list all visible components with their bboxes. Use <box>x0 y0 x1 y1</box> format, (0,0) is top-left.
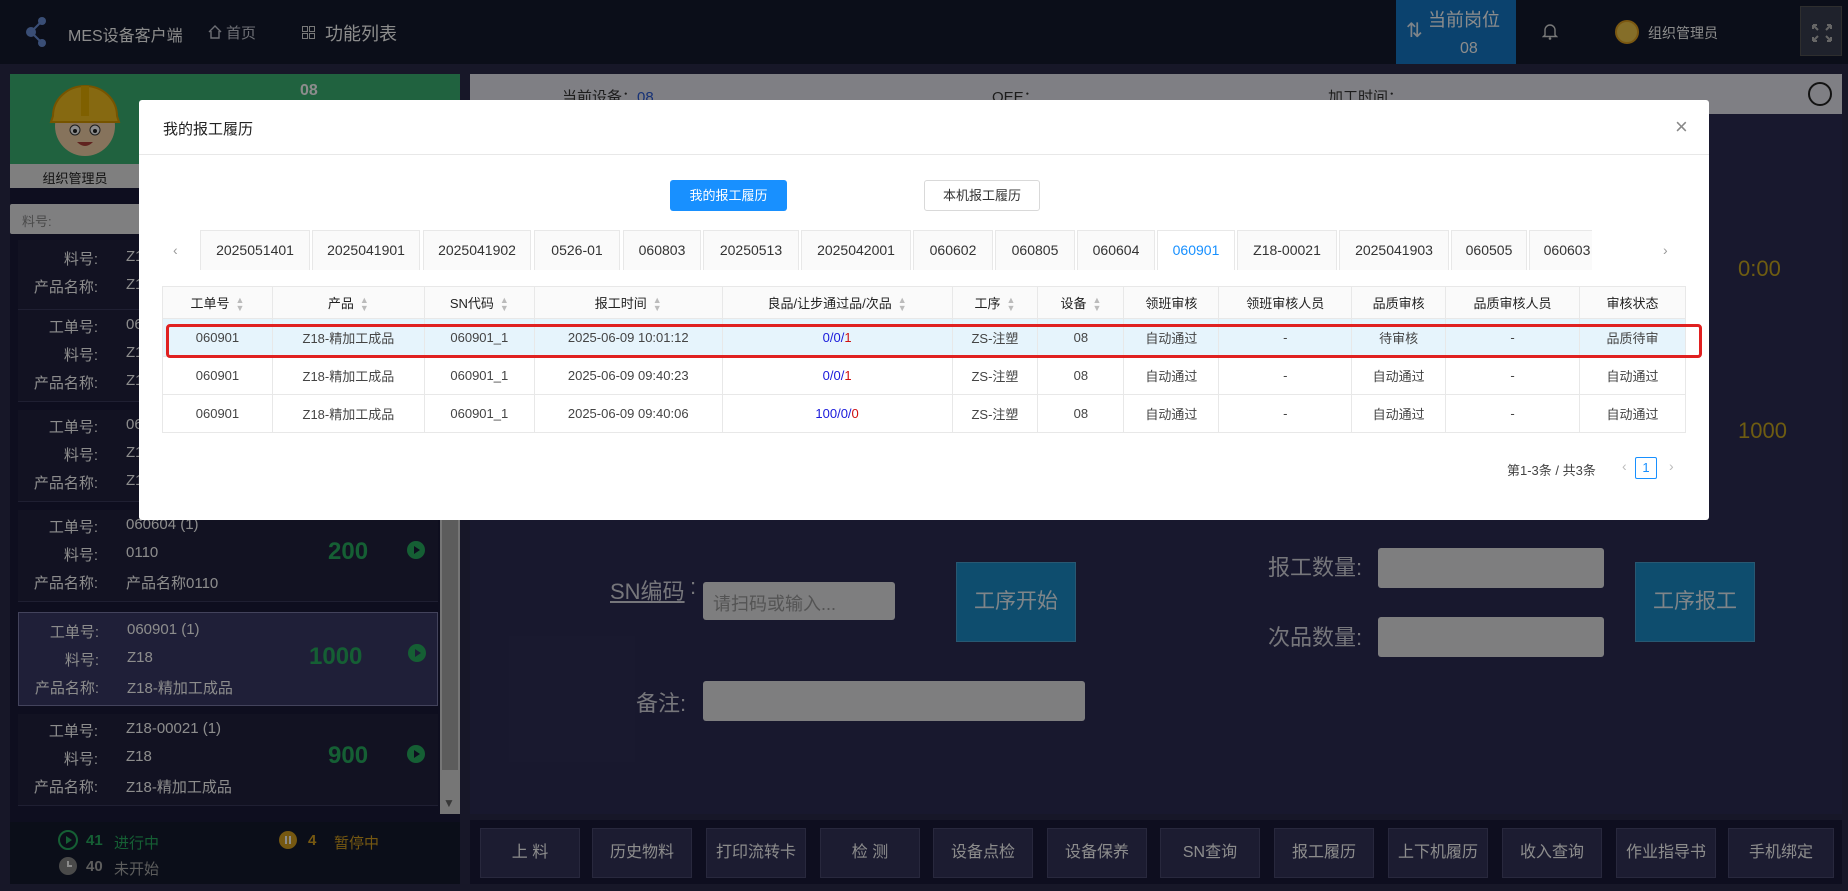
wo-tab[interactable]: 060803 <box>623 230 701 270</box>
table-row[interactable]: 060901 Z18-精加工成品 060901_1 2025-06-09 09:… <box>162 356 1686 395</box>
col-header: 审核状态 <box>1579 286 1686 319</box>
wo-tab[interactable]: 060602 <box>913 230 993 270</box>
wo-tab[interactable]: 0526-01 <box>534 230 620 270</box>
col-header[interactable]: 工序 ▲ ▼ <box>951 286 1039 319</box>
pagination-prev-icon[interactable]: ‹ <box>1622 458 1627 474</box>
wo-tab[interactable]: 2025042001 <box>801 230 911 270</box>
wo-tab[interactable]: 2025041902 <box>423 230 531 270</box>
report-history-table: 工单号 ▲ ▼ 产品 ▲ ▼ SN代码 ▲ ▼ 报工时间 ▲ ▼ 良品/让步通过品/次品 ▲ ▼ 工… <box>162 286 1686 433</box>
wo-tab[interactable]: 2025041903 <box>1339 230 1449 270</box>
highlight-annotation-box <box>166 324 1702 358</box>
chevron-right-icon[interactable]: › <box>1663 242 1668 258</box>
table-header: 工单号 ▲ ▼ 产品 ▲ ▼ SN代码 ▲ ▼ 报工时间 ▲ ▼ 良品/让步通过品/次品 ▲ ▼ 工… <box>162 286 1686 319</box>
pagination-next-icon[interactable]: › <box>1669 458 1674 474</box>
col-header[interactable]: SN代码 ▲ ▼ <box>423 286 535 319</box>
col-header[interactable]: 产品 ▲ ▼ <box>271 286 425 319</box>
pagination-page-current[interactable]: 1 <box>1635 457 1657 479</box>
tab-my-report-history[interactable]: 我的报工履历 <box>670 180 787 211</box>
table-row[interactable]: 060901 Z18-精加工成品 060901_1 2025-06-09 09:… <box>162 394 1686 433</box>
wo-tab[interactable]: 060603 <box>1529 230 1592 270</box>
col-header[interactable]: 工单号 ▲ ▼ <box>162 286 273 319</box>
tab-machine-report-history[interactable]: 本机报工履历 <box>924 180 1040 211</box>
col-header: 领班审核人员 <box>1218 286 1353 319</box>
col-header: 品质审核人员 <box>1445 286 1580 319</box>
chevron-left-icon[interactable]: ‹ <box>173 242 178 258</box>
col-header[interactable]: 良品/让步通过品/次品 ▲ ▼ <box>721 286 953 319</box>
col-header: 领班审核 <box>1123 286 1220 319</box>
col-header: 品质审核 <box>1351 286 1447 319</box>
report-history-modal: 我的报工履历 × 我的报工履历 本机报工履历 ‹ 2025051401 2025… <box>139 100 1709 520</box>
wo-tab[interactable]: 20250513 <box>703 230 799 270</box>
wo-tab[interactable]: 060805 <box>995 230 1075 270</box>
wo-tab-active[interactable]: 060901 <box>1157 230 1235 270</box>
col-header[interactable]: 报工时间 ▲ ▼ <box>533 286 723 319</box>
modal-title: 我的报工履历 <box>163 121 254 138</box>
pagination-summary: 第1-3条 / 共3条 <box>1507 463 1596 478</box>
close-icon[interactable]: × <box>1675 114 1688 140</box>
wo-tab[interactable]: Z18-00021 <box>1237 230 1337 270</box>
wo-tab[interactable]: 2025041901 <box>312 230 420 270</box>
work-order-tabs: 2025051401 2025041901 2025041902 0526-01… <box>200 230 1592 270</box>
wo-tab[interactable]: 060604 <box>1077 230 1155 270</box>
wo-tab[interactable]: 060505 <box>1451 230 1527 270</box>
wo-tab[interactable]: 2025051401 <box>200 230 310 270</box>
col-header[interactable]: 设备 ▲ ▼ <box>1037 286 1125 319</box>
